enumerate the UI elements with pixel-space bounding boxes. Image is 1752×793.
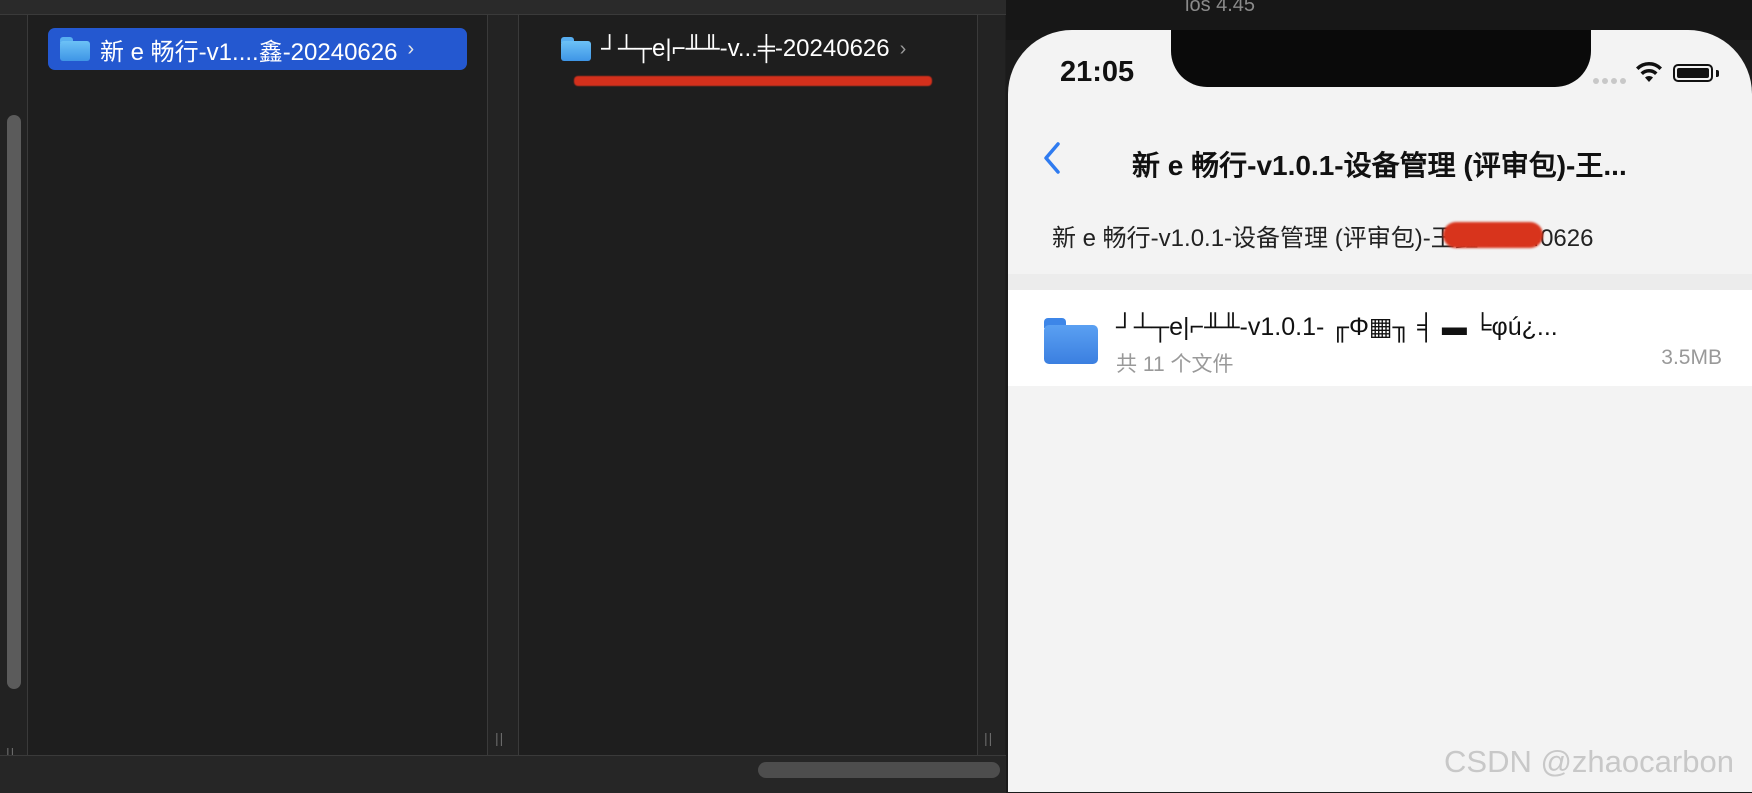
back-chevron-icon[interactable] — [1038, 136, 1068, 180]
device-label: ios 4.45 — [1185, 0, 1256, 16]
watermark: CSDN @zhaocarbon — [1444, 744, 1734, 779]
battery-tip — [1716, 70, 1719, 77]
signal-icon — [1593, 78, 1626, 84]
section-separator — [1008, 274, 1752, 290]
finder-column-divider: || — [488, 15, 519, 755]
phone-screen: 21:05 新 e 畅行-v1.0.1-设备管理 (评审包)-王... 新 e … — [1008, 30, 1752, 792]
folder-label: 新 e 畅行-v1....鑫-20240626 — [100, 38, 398, 66]
folder-label: ┘┴┬e|⌐╨╨-v...╪-20240626 — [601, 35, 890, 62]
finder-column-right-edge: || — [978, 15, 1005, 755]
vertical-scrollbar[interactable] — [7, 115, 21, 689]
file-size: 3.5MB — [1661, 346, 1722, 369]
file-name: ┘┴┬e|⌐╨╨-v1.0.1- ╓Φ▦╖ ╡ ▬ ╘φú¿... — [1116, 313, 1558, 341]
battery-icon — [1673, 64, 1713, 82]
finder-column-1: 新 e 畅行-v1....鑫-20240626 › — [28, 15, 488, 755]
finder-top-strip — [0, 0, 1006, 15]
column-resize-handle[interactable]: || — [984, 730, 993, 746]
wifi-icon — [1636, 61, 1662, 82]
status-time: 21:05 — [1060, 56, 1135, 88]
finder-column-left-edge: || — [0, 15, 28, 761]
finder-row-folder[interactable]: ┘┴┬e|⌐╨╨-v...╪-20240626 › — [549, 28, 969, 70]
column-resize-handle[interactable]: || — [495, 730, 504, 746]
finder-window: || 新 e 畅行-v1....鑫-20240626 › || ┘┴┬e|⌐╨╨… — [0, 0, 1006, 793]
nav-bar: 新 e 畅行-v1.0.1-设备管理 (评审包)-王... — [1008, 116, 1752, 212]
folder-icon — [60, 37, 90, 61]
folder-icon — [1044, 318, 1098, 364]
folder-icon — [561, 37, 591, 61]
chevron-right-icon: › — [899, 37, 907, 60]
list-item-folder[interactable]: ┘┴┬e|⌐╨╨-v1.0.1- ╓Φ▦╖ ╡ ▬ ╘φú¿... 共 11 个… — [1008, 290, 1752, 386]
horizontal-scrollbar[interactable] — [758, 762, 1000, 778]
redaction-mark — [1443, 222, 1543, 248]
phone-notch — [1171, 30, 1591, 87]
redaction-mark — [574, 76, 932, 86]
file-count: 共 11 个文件 — [1116, 353, 1234, 376]
nav-title: 新 e 畅行-v1.0.1-设备管理 (评审包)-王... — [1132, 150, 1627, 181]
finder-row-selected-folder[interactable]: 新 e 畅行-v1....鑫-20240626 › — [48, 28, 467, 70]
finder-column-2: ┘┴┬e|⌐╨╨-v...╪-20240626 › — [519, 15, 978, 755]
chevron-right-icon: › — [407, 37, 415, 60]
